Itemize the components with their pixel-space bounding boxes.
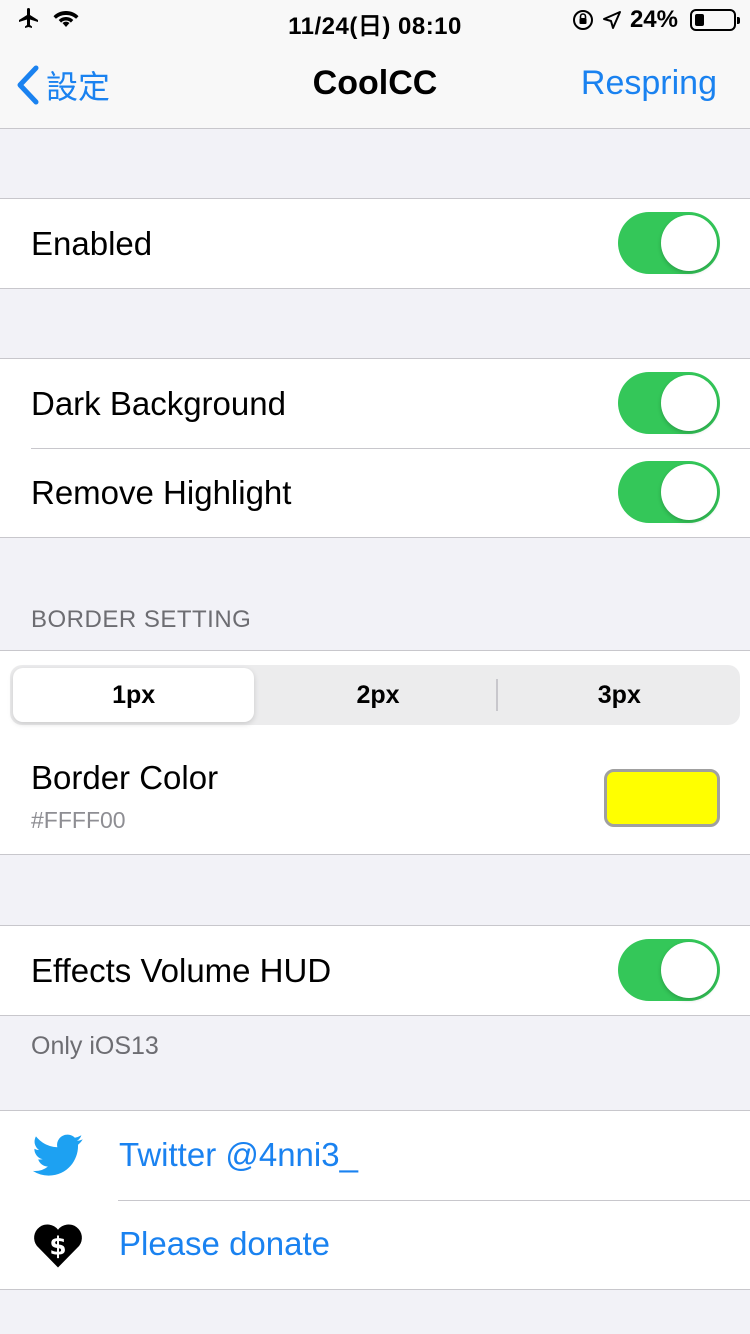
twitter-link-cell[interactable]: Twitter @4nni3_ [0, 1111, 750, 1200]
border-width-segmented-control: 1px 2px 3px [10, 665, 740, 725]
segment-divider [496, 679, 498, 711]
heart-dollar-icon: $ [34, 1224, 82, 1268]
segment-2px[interactable]: 2px [257, 665, 498, 725]
donate-link-cell[interactable]: $ Please donate [0, 1200, 750, 1289]
effects-volume-hud-label: Effects Volume HUD [31, 952, 332, 989]
dark-background-toggle[interactable] [618, 372, 720, 434]
orientation-lock-icon [572, 10, 593, 30]
twitter-link-label: Twitter @4nni3_ [119, 1136, 358, 1173]
effects-volume-hud-cell: Effects Volume HUD [0, 926, 750, 1015]
border-color-value: #FFFF00 [31, 807, 126, 833]
status-bar: 11/24(日) 08:10 24% [0, 0, 750, 40]
remove-highlight-toggle[interactable] [618, 461, 720, 523]
border-color-swatch[interactable] [604, 769, 720, 827]
enabled-cell: Enabled [0, 199, 750, 288]
dark-background-cell: Dark Background [0, 359, 750, 448]
dark-background-label: Dark Background [31, 385, 286, 422]
respring-button[interactable]: Respring [581, 64, 717, 103]
enabled-toggle[interactable] [618, 212, 720, 274]
enabled-group: Enabled [0, 198, 750, 289]
segment-3px[interactable]: 3px [499, 665, 740, 725]
border-color-cell[interactable]: Border Color #FFFF00 [0, 741, 750, 856]
location-icon [602, 11, 621, 29]
status-right: 24% [572, 6, 740, 34]
enabled-label: Enabled [31, 225, 153, 262]
volume-group: Effects Volume HUD [0, 925, 750, 1016]
border-color-label: Border Color [31, 759, 219, 796]
appearance-group: Dark Background Remove Highlight [0, 358, 750, 538]
battery-percent: 24% [629, 6, 678, 33]
volume-footer: Only iOS13 [31, 1032, 159, 1060]
segment-1px[interactable]: 1px [13, 668, 255, 722]
links-group: Twitter @4nni3_ $ Please donate [0, 1110, 750, 1290]
donate-link-label: Please donate [119, 1225, 331, 1262]
effects-volume-hud-toggle[interactable] [618, 939, 720, 1001]
remove-highlight-label: Remove Highlight [31, 474, 292, 511]
navigation-bar: 設定 CoolCC Respring [0, 40, 750, 129]
border-setting-group: 1px 2px 3px Border Color #FFFF00 [0, 650, 750, 855]
twitter-bird-icon [32, 1134, 83, 1176]
remove-highlight-cell: Remove Highlight [0, 448, 750, 537]
border-setting-header: BORDER SETTING [31, 606, 252, 633]
battery-icon [690, 9, 740, 31]
svg-text:$: $ [49, 1231, 66, 1260]
